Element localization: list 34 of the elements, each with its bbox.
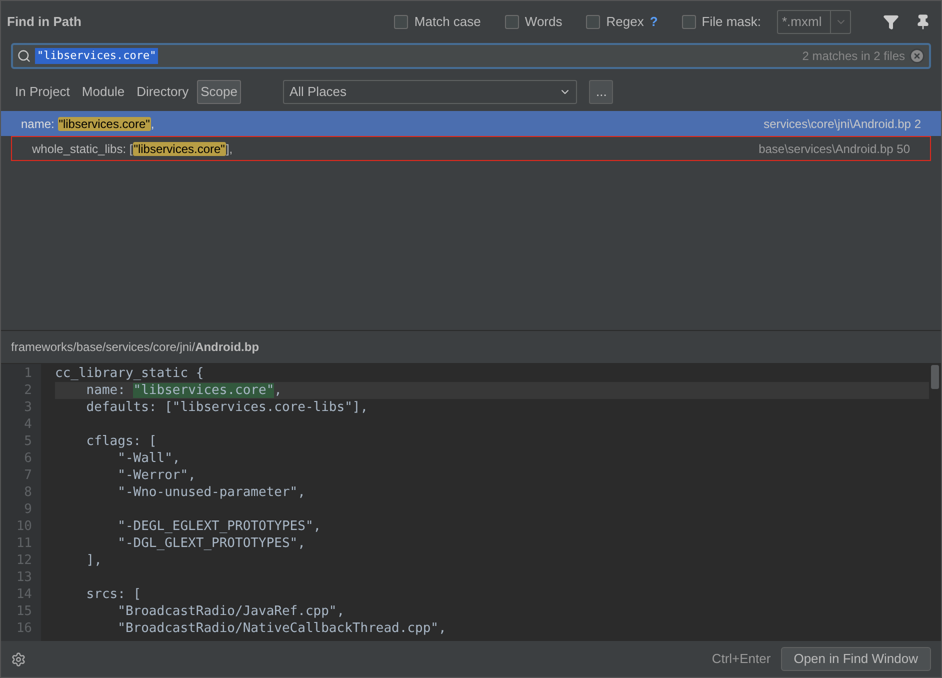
- help-mark[interactable]: ?: [650, 12, 658, 32]
- scope-tab[interactable]: In Project: [11, 80, 74, 104]
- result-text: whole_static_libs: ["libservices.core"],: [32, 140, 233, 158]
- scope-dropdown[interactable]: All Places: [283, 80, 578, 104]
- open-in-find-window-button[interactable]: Open in Find Window: [780, 647, 931, 671]
- scope-tab[interactable]: Scope: [196, 80, 242, 104]
- option-label: Regex: [606, 13, 644, 32]
- filter-icon[interactable]: [883, 14, 899, 30]
- checkbox[interactable]: [504, 15, 519, 29]
- result-location: services\core\jni\Android.bp 2: [764, 116, 921, 132]
- settings-icon[interactable]: [11, 652, 26, 666]
- scope-tab[interactable]: Module: [78, 80, 129, 104]
- file-mask-field[interactable]: *.mxml: [777, 10, 851, 34]
- search-icon: [17, 49, 31, 63]
- result-row[interactable]: whole_static_libs: ["libservices.core"], base\services\Android.bp 50: [11, 136, 931, 161]
- checkbox[interactable]: [586, 15, 600, 29]
- scope-tab[interactable]: Directory: [132, 80, 193, 104]
- scrollbar-thumb[interactable]: [931, 365, 939, 389]
- pin-icon[interactable]: [915, 14, 931, 30]
- checkbox[interactable]: [682, 15, 696, 29]
- result-location: base\services\Android.bp 50: [758, 140, 910, 158]
- checkbox[interactable]: [394, 15, 408, 29]
- result-text: name: "libservices.core",: [21, 116, 154, 132]
- shortcut-hint: Ctrl+Enter: [712, 650, 771, 668]
- match-count: 2 matches in 2 files: [802, 48, 905, 65]
- browse-button[interactable]: ...: [589, 80, 614, 104]
- search-field[interactable]: "libservices.core" 2 matches in 2 files: [11, 43, 931, 69]
- option-label: Match case: [414, 13, 481, 32]
- window-title: Find in Path: [7, 13, 82, 32]
- result-row[interactable]: name: "libservices.core", services\core\jni\Android.bp 2: [1, 111, 941, 136]
- option-label: File mask:: [702, 13, 761, 32]
- option-label: Words: [524, 13, 562, 32]
- clear-icon[interactable]: [909, 48, 925, 64]
- file-path: frameworks/base/services/core/jni/Android.bp: [11, 339, 260, 356]
